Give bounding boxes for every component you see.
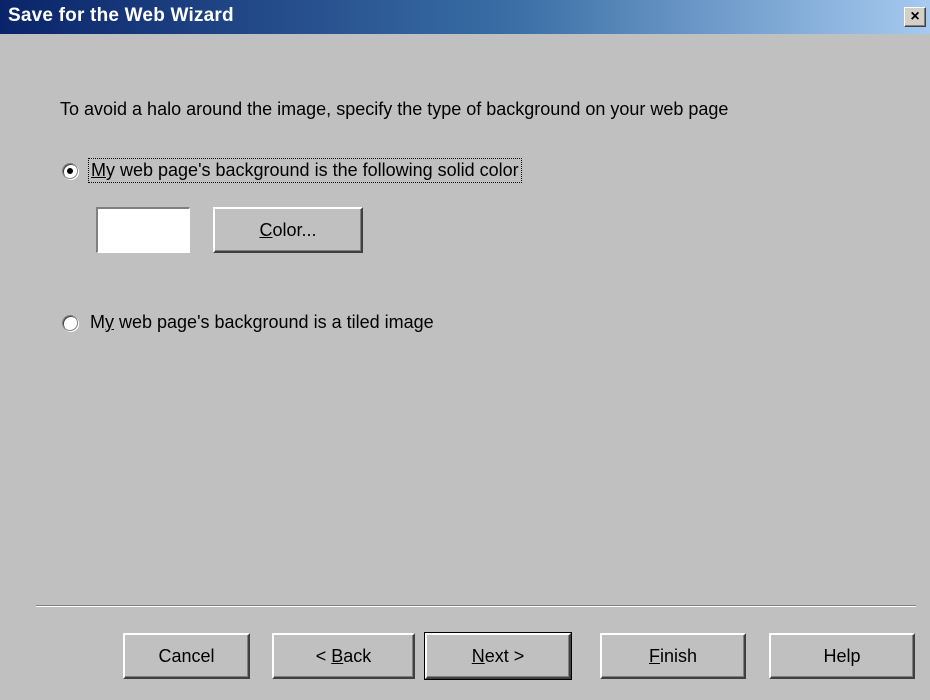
- next-button[interactable]: Next >: [424, 632, 572, 680]
- radio-option-tiled-image[interactable]: My web page's background is a tiled imag…: [62, 312, 434, 333]
- radio-tiled-image[interactable]: [62, 314, 78, 331]
- footer-separator: [36, 605, 916, 607]
- close-icon: ×: [910, 8, 920, 25]
- close-button[interactable]: ×: [904, 7, 926, 27]
- radio-solid-color[interactable]: [62, 162, 78, 179]
- radio-tiled-image-label[interactable]: My web page's background is a tiled imag…: [90, 312, 434, 333]
- radio-selected-dot: [67, 167, 73, 174]
- back-button[interactable]: < Back: [272, 633, 415, 679]
- help-button[interactable]: Help: [769, 633, 915, 679]
- color-swatch[interactable]: [96, 207, 190, 253]
- window-title: Save for the Web Wizard: [8, 5, 234, 26]
- title-bar[interactable]: Save for the Web Wizard ×: [0, 0, 930, 34]
- finish-button[interactable]: Finish: [600, 633, 746, 679]
- radio-solid-color-label[interactable]: My web page's background is the followin…: [88, 158, 522, 183]
- radio-option-solid-color[interactable]: My web page's background is the followin…: [62, 158, 522, 183]
- color-button[interactable]: Color...: [213, 207, 363, 253]
- cancel-button[interactable]: Cancel: [123, 633, 250, 679]
- instruction-text: To avoid a halo around the image, specif…: [60, 99, 729, 119]
